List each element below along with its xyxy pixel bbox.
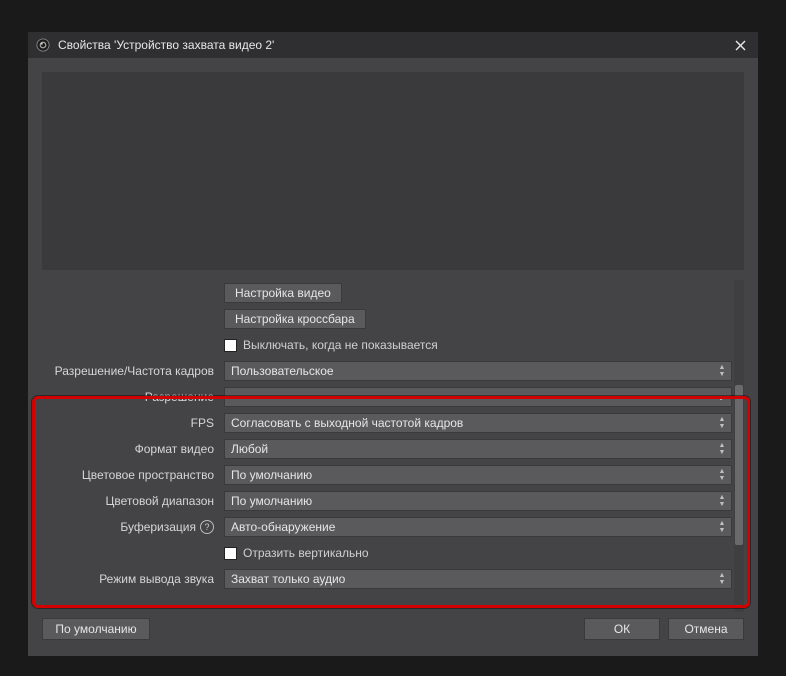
row-color-space: Цветовое пространство По умолчанию ▲▼ [42,462,732,488]
chevron-down-icon: ⌄ [715,388,727,406]
updown-icon: ▲▼ [716,415,728,431]
updown-icon: ▲▼ [716,363,728,379]
row-resolution: Разрешение ⌄ [42,384,732,410]
scrollbar[interactable] [734,280,744,612]
buffering-select[interactable]: Авто-обнаружение ▲▼ [224,517,732,537]
video-preview [42,72,744,270]
label-resolution: Разрешение [42,390,216,404]
label-audio-output-mode: Режим вывода звука [42,572,216,586]
video-format-select[interactable]: Любой ▲▼ [224,439,732,459]
cancel-button[interactable]: Отмена [668,618,744,640]
turn-off-hidden-checkbox[interactable] [224,339,237,352]
row-buffering: Буферизация ? Авто-обнаружение ▲▼ [42,514,732,540]
color-space-value: По умолчанию [231,468,312,482]
defaults-button[interactable]: По умолчанию [42,618,150,640]
close-icon [735,40,746,51]
ok-button[interactable]: ОК [584,618,660,640]
resolution-fps-select[interactable]: Пользовательское ▲▼ [224,361,732,381]
audio-output-mode-value: Захват только аудио [231,572,345,586]
resolution-fps-value: Пользовательское [231,364,334,378]
row-color-range: Цветовой диапазон По умолчанию ▲▼ [42,488,732,514]
fps-value: Согласовать с выходной частотой кадров [231,416,463,430]
updown-icon: ▲▼ [716,467,728,483]
label-resolution-fps: Разрешение/Частота кадров [42,364,216,378]
dialog-body: Настройка видео Настройка кроссбара Выкл… [28,58,758,656]
row-flip-vertical: Отразить вертикально [42,540,732,566]
row-video-settings: Настройка видео [42,280,732,306]
label-color-range: Цветовой диапазон [42,494,216,508]
row-turn-off-hidden: Выключать, когда не показывается [42,332,732,358]
row-video-format: Формат видео Любой ▲▼ [42,436,732,462]
label-video-format: Формат видео [42,442,216,456]
label-color-space: Цветовое пространство [42,468,216,482]
audio-output-mode-select[interactable]: Захват только аудио ▲▼ [224,569,732,589]
row-resolution-fps: Разрешение/Частота кадров Пользовательск… [42,358,732,384]
label-fps: FPS [42,416,216,430]
close-button[interactable] [730,35,750,55]
scrollbar-thumb[interactable] [735,385,743,545]
fps-select[interactable]: Согласовать с выходной частотой кадров ▲… [224,413,732,433]
row-audio-output-mode: Режим вывода звука Захват только аудио ▲… [42,566,732,592]
properties-dialog: Свойства 'Устройство захвата видео 2' На… [28,32,758,656]
flip-vertical-label: Отразить вертикально [243,546,369,560]
titlebar: Свойства 'Устройство захвата видео 2' [28,32,758,58]
resolution-select[interactable]: ⌄ [224,387,732,407]
video-settings-button[interactable]: Настройка видео [224,283,342,303]
crossbar-settings-button[interactable]: Настройка кроссбара [224,309,366,329]
buffering-value: Авто-обнаружение [231,520,335,534]
obs-icon [36,38,50,52]
video-format-value: Любой [231,442,268,456]
help-icon[interactable]: ? [200,520,214,534]
turn-off-hidden-label: Выключать, когда не показывается [243,338,438,352]
row-fps: FPS Согласовать с выходной частотой кадр… [42,410,732,436]
window-title: Свойства 'Устройство захвата видео 2' [58,38,722,52]
color-space-select[interactable]: По умолчанию ▲▼ [224,465,732,485]
row-crossbar-settings: Настройка кроссбара [42,306,732,332]
updown-icon: ▲▼ [716,571,728,587]
label-buffering: Буферизация [120,520,196,534]
settings-scroll-area: Настройка видео Настройка кроссбара Выкл… [42,280,744,612]
dialog-footer: По умолчанию ОК Отмена [42,612,744,642]
updown-icon: ▲▼ [716,441,728,457]
updown-icon: ▲▼ [716,493,728,509]
flip-vertical-checkbox[interactable] [224,547,237,560]
color-range-select[interactable]: По умолчанию ▲▼ [224,491,732,511]
color-range-value: По умолчанию [231,494,312,508]
updown-icon: ▲▼ [716,519,728,535]
